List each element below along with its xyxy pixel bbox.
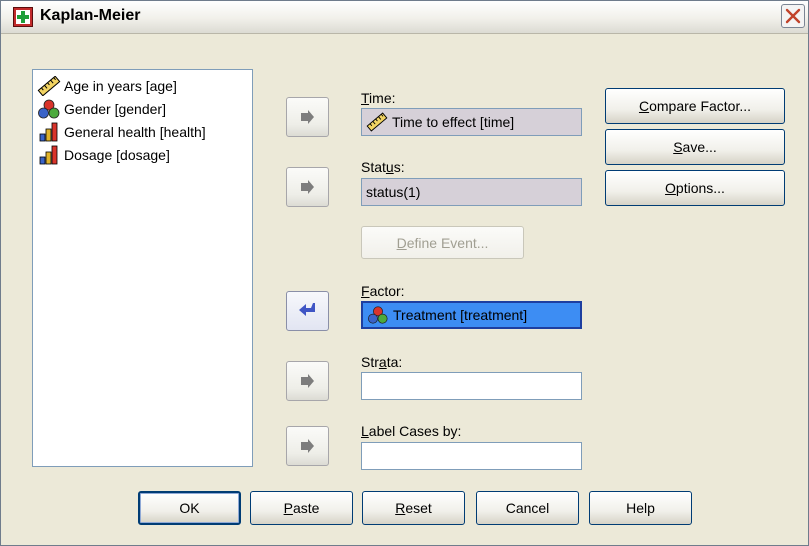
cancel-button[interactable]: Cancel — [476, 491, 579, 525]
ordinal-bars-icon — [39, 122, 58, 142]
list-item-label: Age in years [age] — [64, 78, 177, 94]
list-item[interactable]: General health [health] — [37, 121, 206, 143]
ok-button[interactable]: OK — [138, 491, 241, 525]
time-label: Time: — [361, 90, 396, 106]
move-to-time-button[interactable] — [286, 97, 329, 137]
status-field[interactable]: status(1) — [361, 178, 582, 206]
status-label: Status: — [361, 159, 405, 175]
list-item-label: Gender [gender] — [64, 101, 166, 117]
strata-label: Strata: — [361, 354, 403, 370]
right-arrow-icon — [301, 439, 314, 453]
nominal-circles-icon — [38, 99, 60, 119]
label-cases-field[interactable] — [361, 442, 582, 470]
list-item-label: Dosage [dosage] — [64, 147, 170, 163]
time-field[interactable]: Time to effect [time] — [361, 108, 582, 136]
compare-factor-button[interactable]: Compare Factor... — [605, 88, 785, 124]
move-to-strata-button[interactable] — [286, 361, 329, 401]
list-item[interactable]: Age in years [age] — [37, 75, 177, 97]
window-title: Kaplan-Meier — [40, 7, 141, 24]
strata-field[interactable] — [361, 372, 582, 400]
source-variable-list[interactable]: Age in years [age] Gender [gender] Gener… — [32, 69, 253, 467]
close-button[interactable] — [781, 4, 805, 28]
factor-label: Factor: — [361, 283, 405, 299]
move-to-label-cases-button[interactable] — [286, 426, 329, 466]
label-cases-label: Label Cases by: — [361, 423, 462, 439]
app-icon — [13, 7, 33, 27]
list-item[interactable]: Dosage [dosage] — [37, 144, 170, 166]
status-value: status(1) — [366, 184, 421, 200]
help-button[interactable]: Help — [589, 491, 692, 525]
factor-value: Treatment [treatment] — [393, 307, 528, 323]
left-arrow-icon — [299, 303, 315, 316]
close-icon — [785, 8, 801, 24]
title-bar: Kaplan-Meier — [1, 1, 808, 34]
kaplan-meier-dialog: Kaplan-Meier Age in years [age] Gender [… — [0, 0, 809, 546]
factor-field[interactable]: Treatment [treatment] — [361, 301, 582, 329]
time-value: Time to effect [time] — [392, 114, 515, 130]
save-button[interactable]: Save... — [605, 129, 785, 165]
move-factor-back-button[interactable] — [286, 291, 329, 331]
right-arrow-icon — [301, 110, 314, 124]
reset-button[interactable]: Reset — [362, 491, 465, 525]
define-event-button[interactable]: Define Event... — [361, 226, 524, 259]
ruler-scale-icon — [366, 112, 388, 132]
ruler-scale-icon — [37, 76, 61, 96]
paste-button[interactable]: Paste — [250, 491, 353, 525]
list-item-label: General health [health] — [64, 124, 206, 140]
right-arrow-icon — [301, 374, 314, 388]
options-button[interactable]: Options... — [605, 170, 785, 206]
ordinal-bars-icon — [39, 145, 58, 165]
list-item[interactable]: Gender [gender] — [37, 98, 166, 120]
nominal-circles-icon — [368, 306, 388, 324]
move-to-status-button[interactable] — [286, 167, 329, 207]
right-arrow-icon — [301, 180, 314, 194]
